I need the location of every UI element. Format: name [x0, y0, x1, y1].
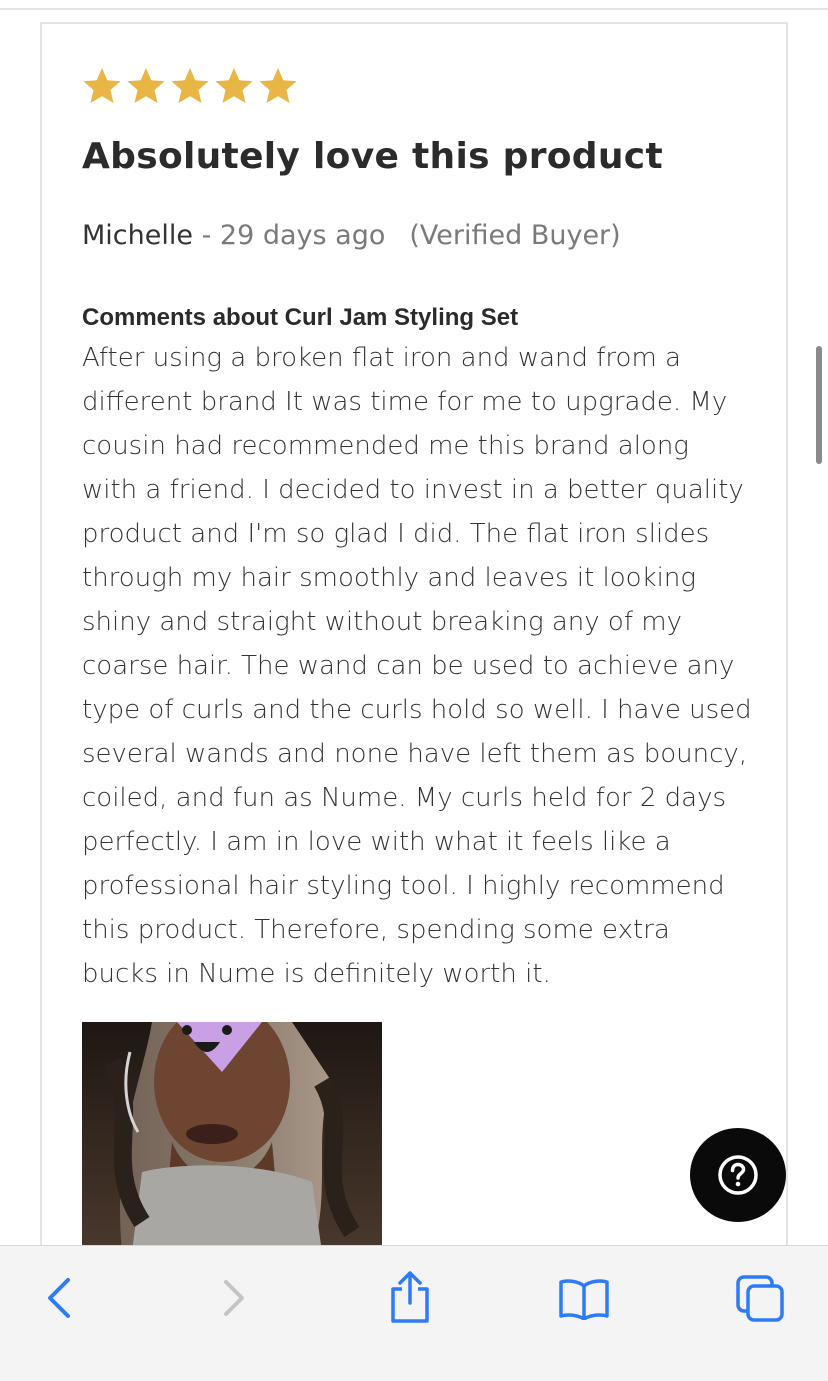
review-body-line: through my hair smoothly and leaves it l… — [82, 563, 696, 593]
review-photo[interactable] — [82, 1022, 382, 1252]
review-body-line: After using a broken flat iron and wand … — [82, 343, 681, 373]
review-body-line: several wands and none have left them as… — [82, 739, 748, 769]
review-body-line: professional hair styling tool. I highly… — [82, 871, 725, 901]
review-body-line: type of curls and the curls hold so well… — [82, 695, 752, 725]
review-body-line: perfectly. I am in love with what it fee… — [82, 827, 671, 857]
review-body-line: coarse hair. The wand can be used to ach… — [82, 651, 735, 681]
review-body-line: different brand It was time for me to up… — [82, 387, 728, 417]
share-button[interactable] — [380, 1268, 440, 1328]
chevron-left-icon — [48, 1278, 70, 1318]
review-body: After using a broken flat iron and wand … — [82, 336, 762, 996]
scrollbar-thumb[interactable] — [816, 346, 822, 464]
review-meta: Michelle - 29 days ago (Verified Buyer) — [82, 220, 621, 251]
verified-buyer-badge: (Verified Buyer) — [409, 220, 621, 251]
star-icon — [83, 68, 121, 103]
share-icon — [391, 1271, 429, 1323]
forward-button[interactable] — [204, 1268, 264, 1328]
star-icon — [127, 68, 165, 103]
star-rating — [82, 66, 298, 106]
star-icon — [215, 68, 253, 103]
review-card: Absolutely love this product Michelle - … — [40, 22, 788, 1282]
review-title: Absolutely love this product — [82, 136, 663, 177]
help-button[interactable] — [690, 1128, 786, 1222]
review-body-line: product and I'm so glad I did. The flat … — [82, 519, 710, 549]
review-body-line: coiled, and fun as Nume. My curls held f… — [82, 783, 726, 813]
review-author: Michelle — [82, 220, 193, 251]
tabs-icon — [736, 1275, 784, 1322]
review-body-line: cousin had recommended me this brand alo… — [82, 431, 689, 461]
tabs-button[interactable] — [730, 1268, 790, 1328]
star-icon — [259, 68, 297, 103]
review-body-line: bucks in Nume is definitely worth it. — [82, 959, 551, 989]
star-icon — [171, 68, 209, 103]
comments-heading: Comments about Curl Jam Styling Set — [82, 304, 519, 331]
browser-toolbar — [0, 1245, 828, 1381]
back-button[interactable] — [30, 1268, 90, 1328]
question-mark-icon — [718, 1155, 758, 1195]
review-body-line: with a friend. I decided to invest in a … — [82, 475, 744, 505]
chevron-right-icon — [224, 1280, 244, 1316]
review-body-line: this product. Therefore, spending some e… — [82, 915, 670, 945]
review-body-line: shiny and straight without breaking any … — [82, 607, 682, 637]
book-icon — [559, 1279, 609, 1320]
meta-separator: - — [192, 220, 220, 251]
bookmarks-button[interactable] — [554, 1268, 614, 1328]
top-divider — [0, 8, 828, 10]
review-date: 29 days ago — [219, 220, 386, 251]
